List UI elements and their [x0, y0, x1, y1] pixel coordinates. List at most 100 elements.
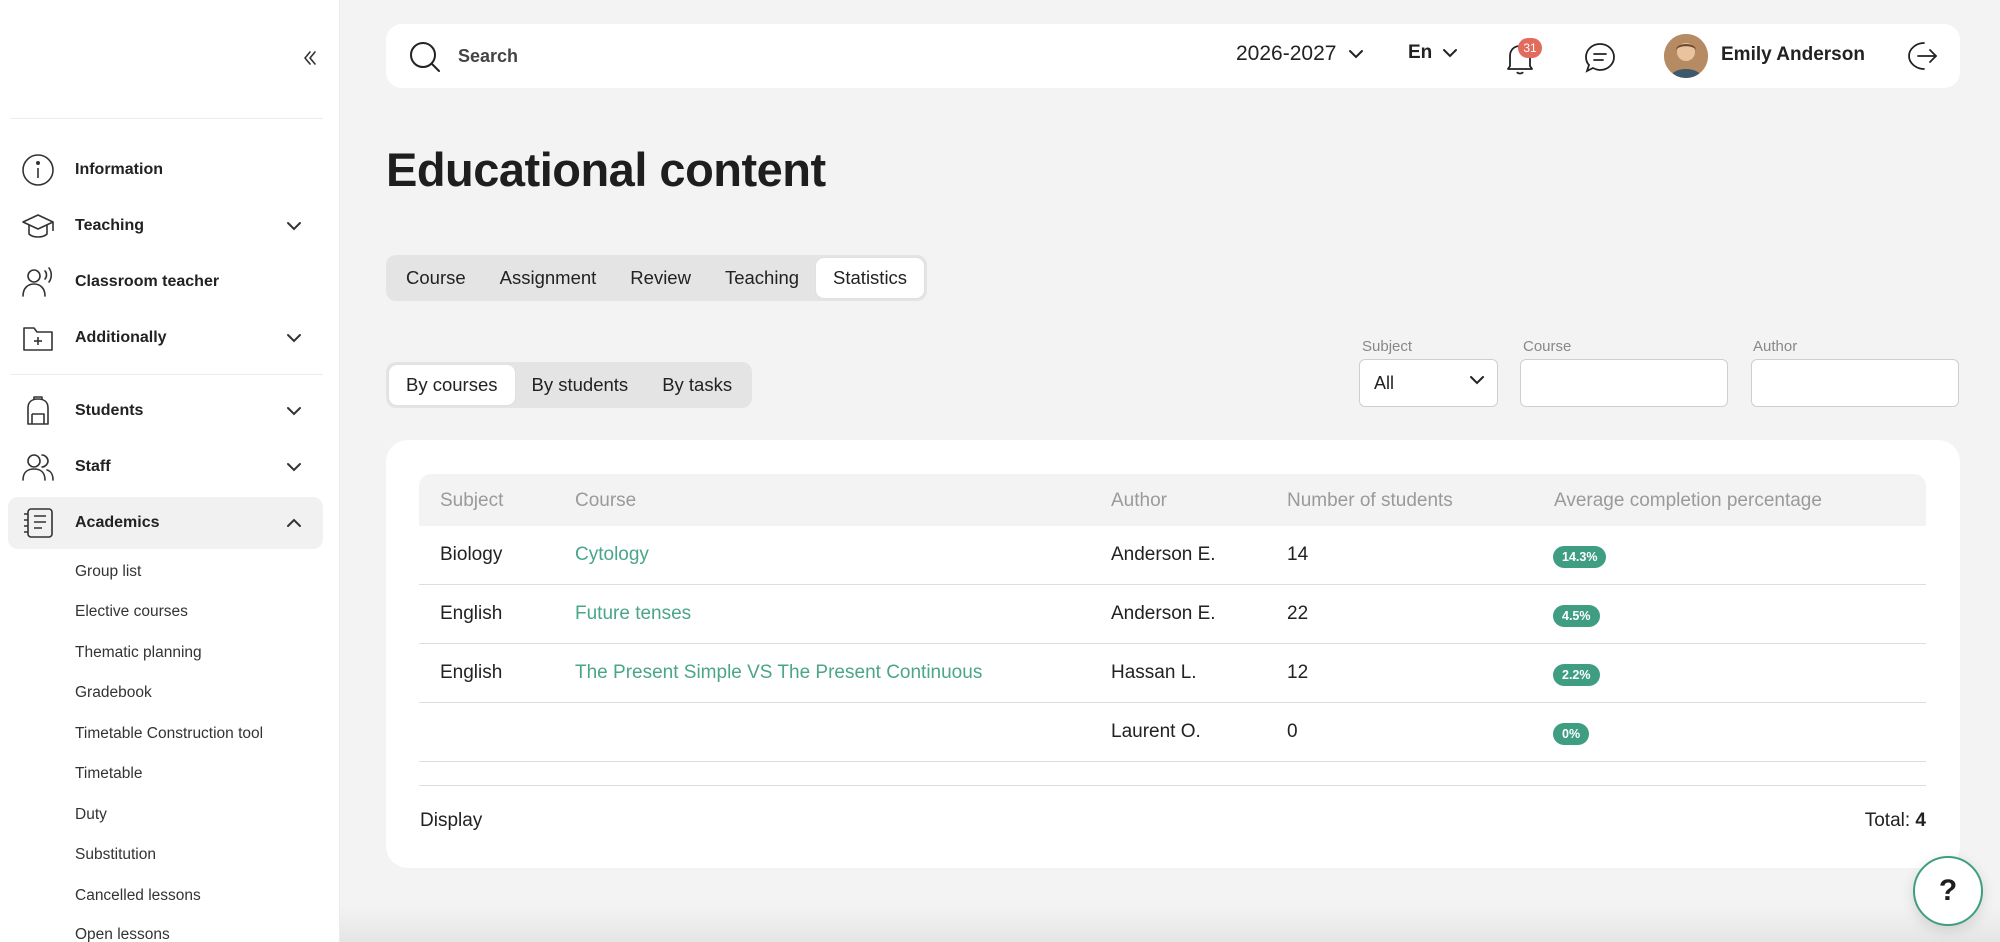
completion-badge: 2.2%: [1553, 664, 1600, 686]
column-header-author[interactable]: Author: [1111, 490, 1167, 512]
user-avatar-icon: [1664, 34, 1708, 78]
tab-course[interactable]: Course: [389, 258, 483, 298]
tab-statistics[interactable]: Statistics: [816, 258, 925, 298]
user-name[interactable]: Emily Anderson: [1721, 44, 1865, 66]
subject-filter-value: All: [1374, 372, 1395, 393]
chevron-up-icon: [285, 514, 303, 532]
sidebar-divider: [10, 374, 323, 375]
cell-course-link[interactable]: Future tenses: [575, 603, 691, 625]
chat-icon[interactable]: [1582, 40, 1618, 76]
sidebar-subitem-thematic-planning[interactable]: Thematic planning: [75, 644, 202, 662]
cell-course-link[interactable]: The Present Simple VS The Present Contin…: [575, 662, 982, 684]
sidebar-item-classroom-teacher[interactable]: Classroom teacher: [8, 256, 323, 308]
cell-course-link[interactable]: Cytology: [575, 544, 649, 566]
statistics-table-card: Subject Course Author Number of students…: [386, 440, 1960, 868]
chevron-down-icon: [285, 217, 303, 235]
backpack-icon: [20, 393, 56, 429]
subtab-by-students[interactable]: By students: [515, 365, 646, 405]
cell-author: Anderson E.: [1111, 544, 1216, 565]
cell-author: Laurent O.: [1111, 721, 1201, 742]
sidebar-item-label: Academics: [75, 514, 160, 531]
total-count: Total: 4: [1865, 810, 1926, 832]
academic-year-select[interactable]: 2026-2027: [1236, 42, 1364, 66]
sidebar-subitem-gradebook[interactable]: Gradebook: [75, 684, 152, 702]
sidebar-item-additionally[interactable]: Additionally: [8, 312, 323, 364]
sidebar-subitem-timetable-construction-tool[interactable]: Timetable Construction tool: [75, 725, 263, 743]
chevron-down-icon: [285, 458, 303, 476]
main-tabs: Course Assignment Review Teaching Statis…: [386, 255, 928, 301]
sidebar-subitem-cancelled-lessons[interactable]: Cancelled lessons: [75, 887, 201, 905]
users-icon: [20, 449, 56, 485]
column-header-average-completion[interactable]: Average completion percentage: [1554, 490, 1822, 512]
search-input[interactable]: [458, 38, 958, 74]
sidebar-item-label: Teaching: [75, 217, 145, 234]
table-footer-divider: [419, 785, 1926, 786]
bottom-shadow: [340, 905, 2000, 942]
avatar[interactable]: [1664, 34, 1708, 78]
logout-icon[interactable]: [1904, 38, 1940, 74]
display-label: Display: [420, 810, 483, 831]
help-button[interactable]: ?: [1913, 856, 1983, 926]
course-filter-input[interactable]: [1521, 360, 1727, 406]
cell-subject: English: [440, 662, 503, 683]
subtab-by-tasks[interactable]: By tasks: [645, 365, 749, 405]
author-filter-box: [1751, 359, 1959, 407]
statistics-subtabs: By courses By students By tasks: [386, 362, 753, 408]
sidebar-item-students[interactable]: Students: [8, 385, 323, 437]
column-header-course[interactable]: Course: [575, 490, 636, 512]
graduation-cap-icon: [20, 208, 56, 244]
cell-students: 12: [1287, 662, 1309, 683]
sidebar-subitem-timetable[interactable]: Timetable: [75, 765, 142, 783]
sidebar-divider: [10, 118, 323, 119]
cell-author: Anderson E.: [1111, 603, 1216, 624]
sidebar: Information Teaching Classroom teacher A…: [0, 0, 340, 942]
cell-students: 22: [1287, 603, 1309, 624]
sidebar-subitem-group-list[interactable]: Group list: [75, 563, 141, 581]
author-filter-label: Author: [1753, 338, 1798, 355]
sidebar-subitem-open-lessons[interactable]: Open lessons: [75, 926, 170, 942]
subject-filter-label: Subject: [1362, 338, 1413, 355]
cell-subject: Biology: [440, 544, 503, 565]
sidebar-subitem-elective-courses[interactable]: Elective courses: [75, 603, 188, 621]
total-value: 4: [1915, 810, 1926, 831]
sidebar-item-information[interactable]: Information: [8, 144, 323, 196]
table-row: Laurent O. 0 0%: [419, 703, 1926, 762]
subtab-by-courses[interactable]: By courses: [389, 365, 515, 405]
tab-assignment[interactable]: Assignment: [483, 258, 614, 298]
chevron-down-icon: [1470, 376, 1484, 385]
cell-students: 0: [1287, 721, 1298, 742]
tab-review[interactable]: Review: [613, 258, 708, 298]
sidebar-item-staff[interactable]: Staff: [8, 441, 323, 493]
sidebar-subitem-duty[interactable]: Duty: [75, 806, 107, 824]
tab-teaching[interactable]: Teaching: [708, 258, 816, 298]
sidebar-item-label: Staff: [75, 458, 111, 475]
notification-badge: 31: [1518, 38, 1542, 58]
chevron-down-icon: [285, 402, 303, 420]
top-bar: 2026-2027 En 31 Emily Anderson: [386, 24, 1960, 88]
completion-badge: 0%: [1553, 723, 1590, 745]
table-row: English Future tenses Anderson E. 22 4.5…: [419, 585, 1926, 644]
language-select[interactable]: En: [1408, 42, 1458, 64]
page-title: Educational content: [386, 143, 826, 196]
sidebar-item-label: Students: [75, 402, 144, 419]
sidebar-item-teaching[interactable]: Teaching: [8, 200, 323, 252]
course-filter-label: Course: [1523, 338, 1572, 355]
sidebar-item-label: Classroom teacher: [75, 273, 220, 290]
academic-year-value: 2026-2027: [1236, 42, 1337, 65]
cell-subject: English: [440, 603, 503, 624]
sidebar-item-label: Additionally: [75, 329, 167, 346]
sidebar-item-academics[interactable]: Academics: [8, 497, 323, 549]
chevron-down-icon: [285, 329, 303, 347]
column-header-number-of-students[interactable]: Number of students: [1287, 490, 1453, 512]
info-icon: [20, 152, 56, 188]
subject-filter-select[interactable]: All: [1359, 359, 1498, 407]
column-header-subject[interactable]: Subject: [440, 490, 503, 512]
folder-plus-icon: [20, 320, 56, 356]
chevron-down-icon: [1349, 50, 1364, 59]
cell-students: 14: [1287, 544, 1309, 565]
table-header: Subject Course Author Number of students…: [419, 474, 1926, 526]
course-filter-box: [1520, 359, 1728, 407]
collapse-sidebar-button[interactable]: [296, 44, 324, 72]
sidebar-subitem-substitution[interactable]: Substitution: [75, 846, 156, 864]
author-filter-input[interactable]: [1752, 360, 1958, 406]
